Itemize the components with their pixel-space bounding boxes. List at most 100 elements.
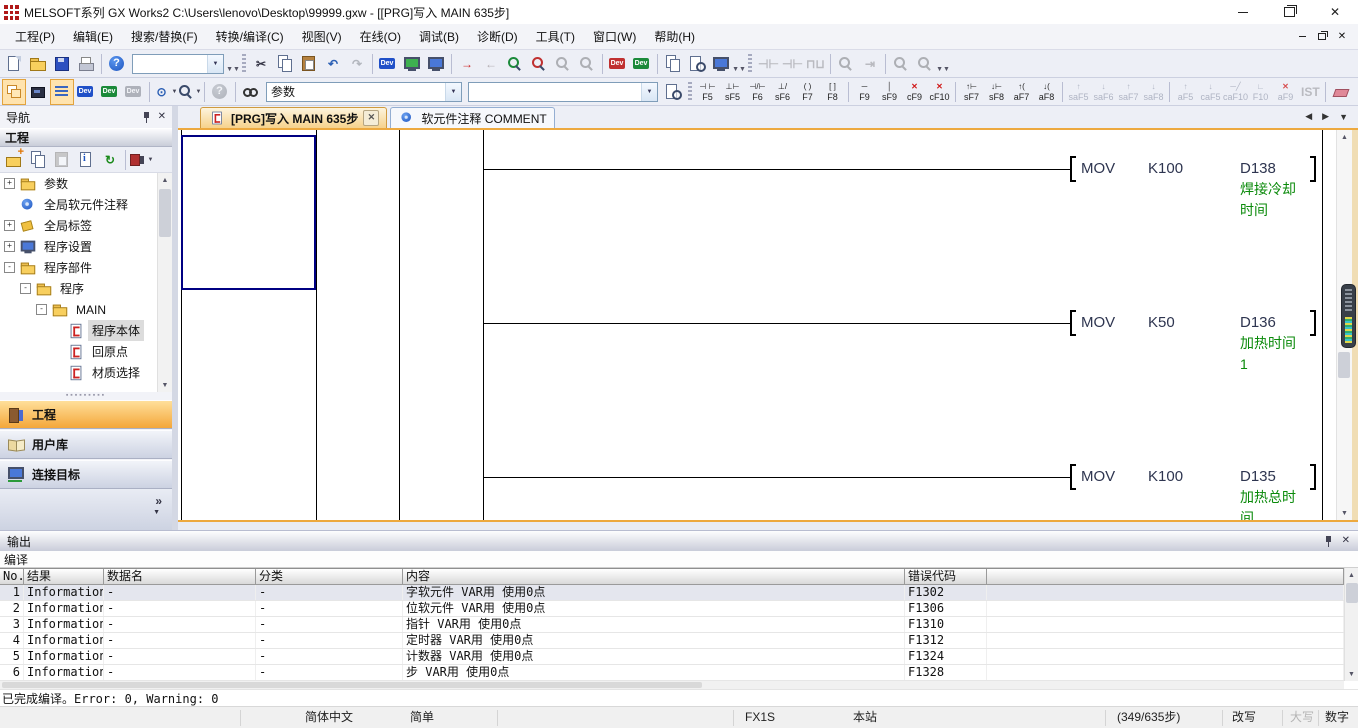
device-comment-edit-button[interactable]	[376, 51, 400, 77]
scroll-position-marker[interactable]	[1341, 284, 1356, 348]
scroll-down-icon[interactable]: ▼	[158, 378, 172, 392]
menu-item[interactable]: 搜索/替换(F)	[122, 24, 207, 49]
module-configuration-button[interactable]	[26, 79, 50, 105]
column-header[interactable]: 内容	[403, 569, 905, 585]
instruction-destination-operand[interactable]: D138	[1240, 159, 1276, 179]
scroll-down-icon[interactable]: ▼	[1337, 506, 1352, 520]
ladder-symbol-cF9-button[interactable]: ✕cF9	[902, 79, 927, 105]
scrollbar-thumb[interactable]	[1346, 583, 1358, 603]
scrollbar-thumb[interactable]	[1338, 352, 1350, 378]
mdi-minimize-button[interactable]	[1294, 30, 1310, 44]
combo-dropdown-icon[interactable]: ▼	[445, 83, 461, 101]
copy-button[interactable]	[273, 51, 297, 77]
column-header[interactable]: 分类	[256, 569, 403, 585]
device-comment-display-button[interactable]	[74, 79, 98, 105]
menu-item[interactable]: 工具(T)	[527, 24, 584, 49]
ladder-symbol-F8-button[interactable]: [ ]F8	[820, 79, 845, 105]
save-project-button[interactable]	[50, 51, 74, 77]
tree-item-全局标签[interactable]: +全局标签	[0, 215, 157, 236]
collapse-icon[interactable]: -	[20, 283, 31, 294]
view-button-工程[interactable]: 工程	[0, 400, 172, 429]
copy-data-button[interactable]	[26, 147, 50, 173]
filter-function-button[interactable]: ▼	[129, 147, 153, 173]
ladder-symbol-aF7-button[interactable]: ↑(aF7	[1009, 79, 1034, 105]
data-security-button[interactable]	[74, 147, 98, 173]
document-tab[interactable]: [PRG]写入 MAIN 635步✕	[200, 107, 387, 128]
write-to-plc-button[interactable]: →	[455, 51, 479, 77]
new-project-button[interactable]	[2, 51, 26, 77]
instruction-source-operand[interactable]: K50	[1148, 313, 1175, 333]
tab-scroll-left-icon[interactable]: ◀	[1305, 111, 1312, 122]
instruction-source-operand[interactable]: K100	[1148, 467, 1183, 487]
ladder-symbol-sF8-button[interactable]: ↓⊢sF8	[984, 79, 1009, 105]
tree-item-程序部件[interactable]: -程序部件	[0, 257, 157, 278]
menu-item[interactable]: 工程(P)	[6, 24, 64, 49]
column-header[interactable]: 结果	[24, 569, 104, 585]
help-button[interactable]	[105, 51, 129, 77]
toolbar-overflow-icon[interactable]: ▼▼	[227, 52, 239, 76]
entry-data-monitor-button[interactable]	[630, 51, 654, 77]
io-system-setting-button[interactable]	[424, 51, 448, 77]
table-row[interactable]: 5Information--计数器 VAR用 使用0点F1324	[0, 649, 1344, 665]
device-display-button[interactable]	[98, 79, 122, 105]
mdi-restore-button[interactable]	[1314, 30, 1330, 44]
ladder-symbol-sF6-button[interactable]: ⊥/sF6	[770, 79, 795, 105]
menu-item[interactable]: 诊断(D)	[468, 24, 527, 49]
ladder-symbol-F5-button[interactable]: ⊣ ⊢F5	[695, 79, 720, 105]
view-button-用户库[interactable]: 用户库	[0, 430, 172, 459]
toolbar-grip[interactable]	[748, 54, 752, 74]
menu-item[interactable]: 编辑(E)	[64, 24, 122, 49]
output-close-icon[interactable]: ✕	[1342, 536, 1350, 546]
find-target-combo[interactable]: 参数▼	[266, 82, 462, 102]
tree-item-程序本体[interactable]: 程序本体	[0, 320, 157, 341]
start-monitor-button[interactable]	[503, 51, 527, 77]
open-project-button[interactable]	[26, 51, 50, 77]
ladder-symbol-cF10-button[interactable]: ✕cF10	[927, 79, 952, 105]
scroll-down-icon[interactable]: ▼	[1345, 667, 1358, 681]
scroll-up-icon[interactable]: ▲	[158, 173, 172, 187]
ladder-cursor[interactable]	[181, 135, 316, 290]
ladder-symbol-aF8-button[interactable]: ↓(aF8	[1034, 79, 1059, 105]
tree-item-MAIN[interactable]: -MAIN	[0, 299, 157, 320]
new-data-button[interactable]	[2, 147, 26, 173]
undo-button[interactable]: ↶	[321, 51, 345, 77]
menu-item[interactable]: 帮助(H)	[645, 24, 704, 49]
instruction-mnemonic[interactable]: MOV	[1081, 159, 1115, 179]
table-row[interactable]: 3Information--指针 VAR用 使用0点F1310	[0, 617, 1344, 633]
ladder-symbol-F6-button[interactable]: ⊣/⊢F6	[745, 79, 770, 105]
view-button-连接目标[interactable]: 连接目标	[0, 460, 172, 489]
comment-display-button[interactable]: ⊙▼	[153, 79, 177, 105]
device-find-button[interactable]: ▼	[177, 79, 201, 105]
menu-item[interactable]: 转换/编译(C)	[207, 24, 293, 49]
print-button[interactable]	[74, 51, 98, 77]
restore-button[interactable]	[1266, 1, 1312, 23]
mdi-close-button[interactable]: ✕	[1334, 30, 1350, 44]
eraser-button[interactable]	[1329, 79, 1353, 105]
table-row[interactable]: 4Information--定时器 VAR用 使用0点F1312	[0, 633, 1344, 649]
scroll-up-icon[interactable]: ▲	[1337, 130, 1352, 144]
ladder-symbol-F9-button[interactable]: ─F9	[852, 79, 877, 105]
program-check-button[interactable]	[685, 51, 709, 77]
instruction-source-operand[interactable]: K100	[1148, 159, 1183, 179]
collapse-icon[interactable]: -	[36, 304, 47, 315]
sampling-trace-button[interactable]	[400, 51, 424, 77]
menu-item[interactable]: 调试(B)	[410, 24, 468, 49]
cross-reference-button[interactable]	[239, 79, 263, 105]
chevron-right-icon[interactable]: »	[155, 494, 162, 508]
find-keyword-combo[interactable]: ▼	[468, 82, 658, 102]
output-hscrollbar[interactable]	[0, 681, 1344, 689]
column-header[interactable]: No.	[0, 569, 24, 585]
ladder-symbol-sF7-button[interactable]: ↑⊢sF7	[959, 79, 984, 105]
scroll-up-icon[interactable]: ▲	[1345, 568, 1358, 582]
expand-icon[interactable]: +	[4, 241, 15, 252]
column-header[interactable]: 错误代码	[905, 569, 987, 585]
ladder-symbol-sF5-button[interactable]: ⊥⊢sF5	[720, 79, 745, 105]
tree-item-全局软元件注释[interactable]: 全局软元件注释	[0, 194, 157, 215]
table-row[interactable]: 6Information--步 VAR用 使用0点F1328	[0, 665, 1344, 681]
nav-splitter-handle[interactable]: ▪▪▪▪▪▪▪▪▪	[0, 392, 172, 400]
tree-item-回原点[interactable]: 回原点	[0, 341, 157, 362]
navigation-window-button[interactable]	[2, 79, 26, 105]
tree-item-参数[interactable]: +参数	[0, 173, 157, 194]
scrollbar-thumb[interactable]	[159, 189, 171, 237]
stop-monitor-button[interactable]	[527, 51, 551, 77]
